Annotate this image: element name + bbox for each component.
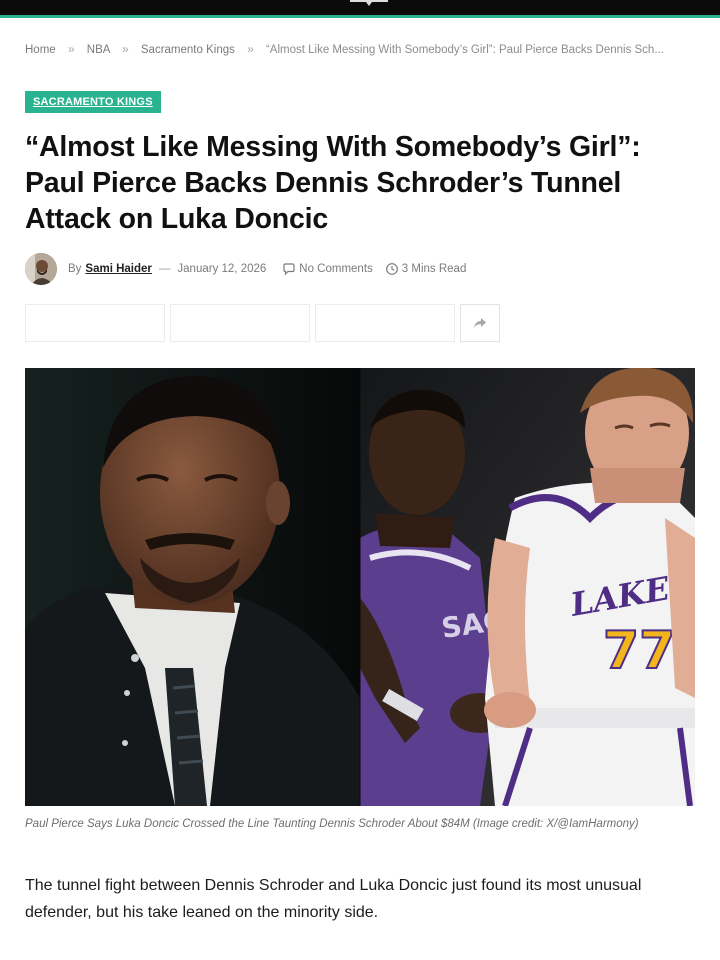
category-badge[interactable]: SACRAMENTO KINGS bbox=[25, 91, 161, 113]
share-button-1[interactable] bbox=[25, 304, 165, 342]
site-header-bar bbox=[0, 0, 720, 18]
publish-date: January 12, 2026 bbox=[177, 263, 267, 275]
meta-dash: — bbox=[158, 263, 171, 275]
image-caption: Paul Pierce Says Luka Doncic Crossed the… bbox=[25, 818, 639, 830]
breadcrumb-separator: » bbox=[67, 42, 75, 56]
author-avatar[interactable] bbox=[25, 253, 57, 285]
clock-icon bbox=[385, 262, 399, 276]
site-logo-icon[interactable] bbox=[348, 0, 390, 8]
jersey-number-right: 77 bbox=[603, 621, 675, 681]
breadcrumb-separator: » bbox=[122, 42, 129, 56]
hero-image[interactable]: SAC LAKERS 77 bbox=[25, 368, 695, 806]
by-label: By bbox=[68, 263, 82, 275]
comments-link[interactable]: No Comments bbox=[299, 263, 373, 275]
breadcrumb-separator: » bbox=[247, 42, 254, 56]
lead-paragraph: The tunnel fight between Dennis Schroder… bbox=[25, 877, 642, 921]
share-button-2[interactable] bbox=[170, 304, 310, 342]
breadcrumb-nba[interactable]: NBA bbox=[87, 44, 110, 56]
comment-icon bbox=[282, 262, 296, 276]
meta-line: By Sami Haider — January 12, 2026 No Com… bbox=[68, 262, 466, 276]
article-meta: By Sami Haider — January 12, 2026 No Com… bbox=[25, 253, 705, 285]
breadcrumb-sacramento-kings[interactable]: Sacramento Kings bbox=[141, 44, 235, 56]
read-time: 3 Mins Read bbox=[401, 263, 467, 275]
share-more-button[interactable] bbox=[460, 304, 500, 342]
breadcrumb-current: “Almost Like Messing With Somebody’s Gir… bbox=[265, 44, 664, 56]
breadcrumb: Home » NBA » Sacramento Kings » “Almost … bbox=[25, 42, 705, 56]
breadcrumb-home[interactable]: Home bbox=[25, 44, 56, 56]
article-title: “Almost Like Messing With Somebody’s Gir… bbox=[25, 131, 641, 235]
author-link[interactable]: Sami Haider bbox=[85, 263, 151, 275]
share-icon bbox=[474, 318, 486, 328]
share-button-3[interactable] bbox=[315, 304, 455, 342]
